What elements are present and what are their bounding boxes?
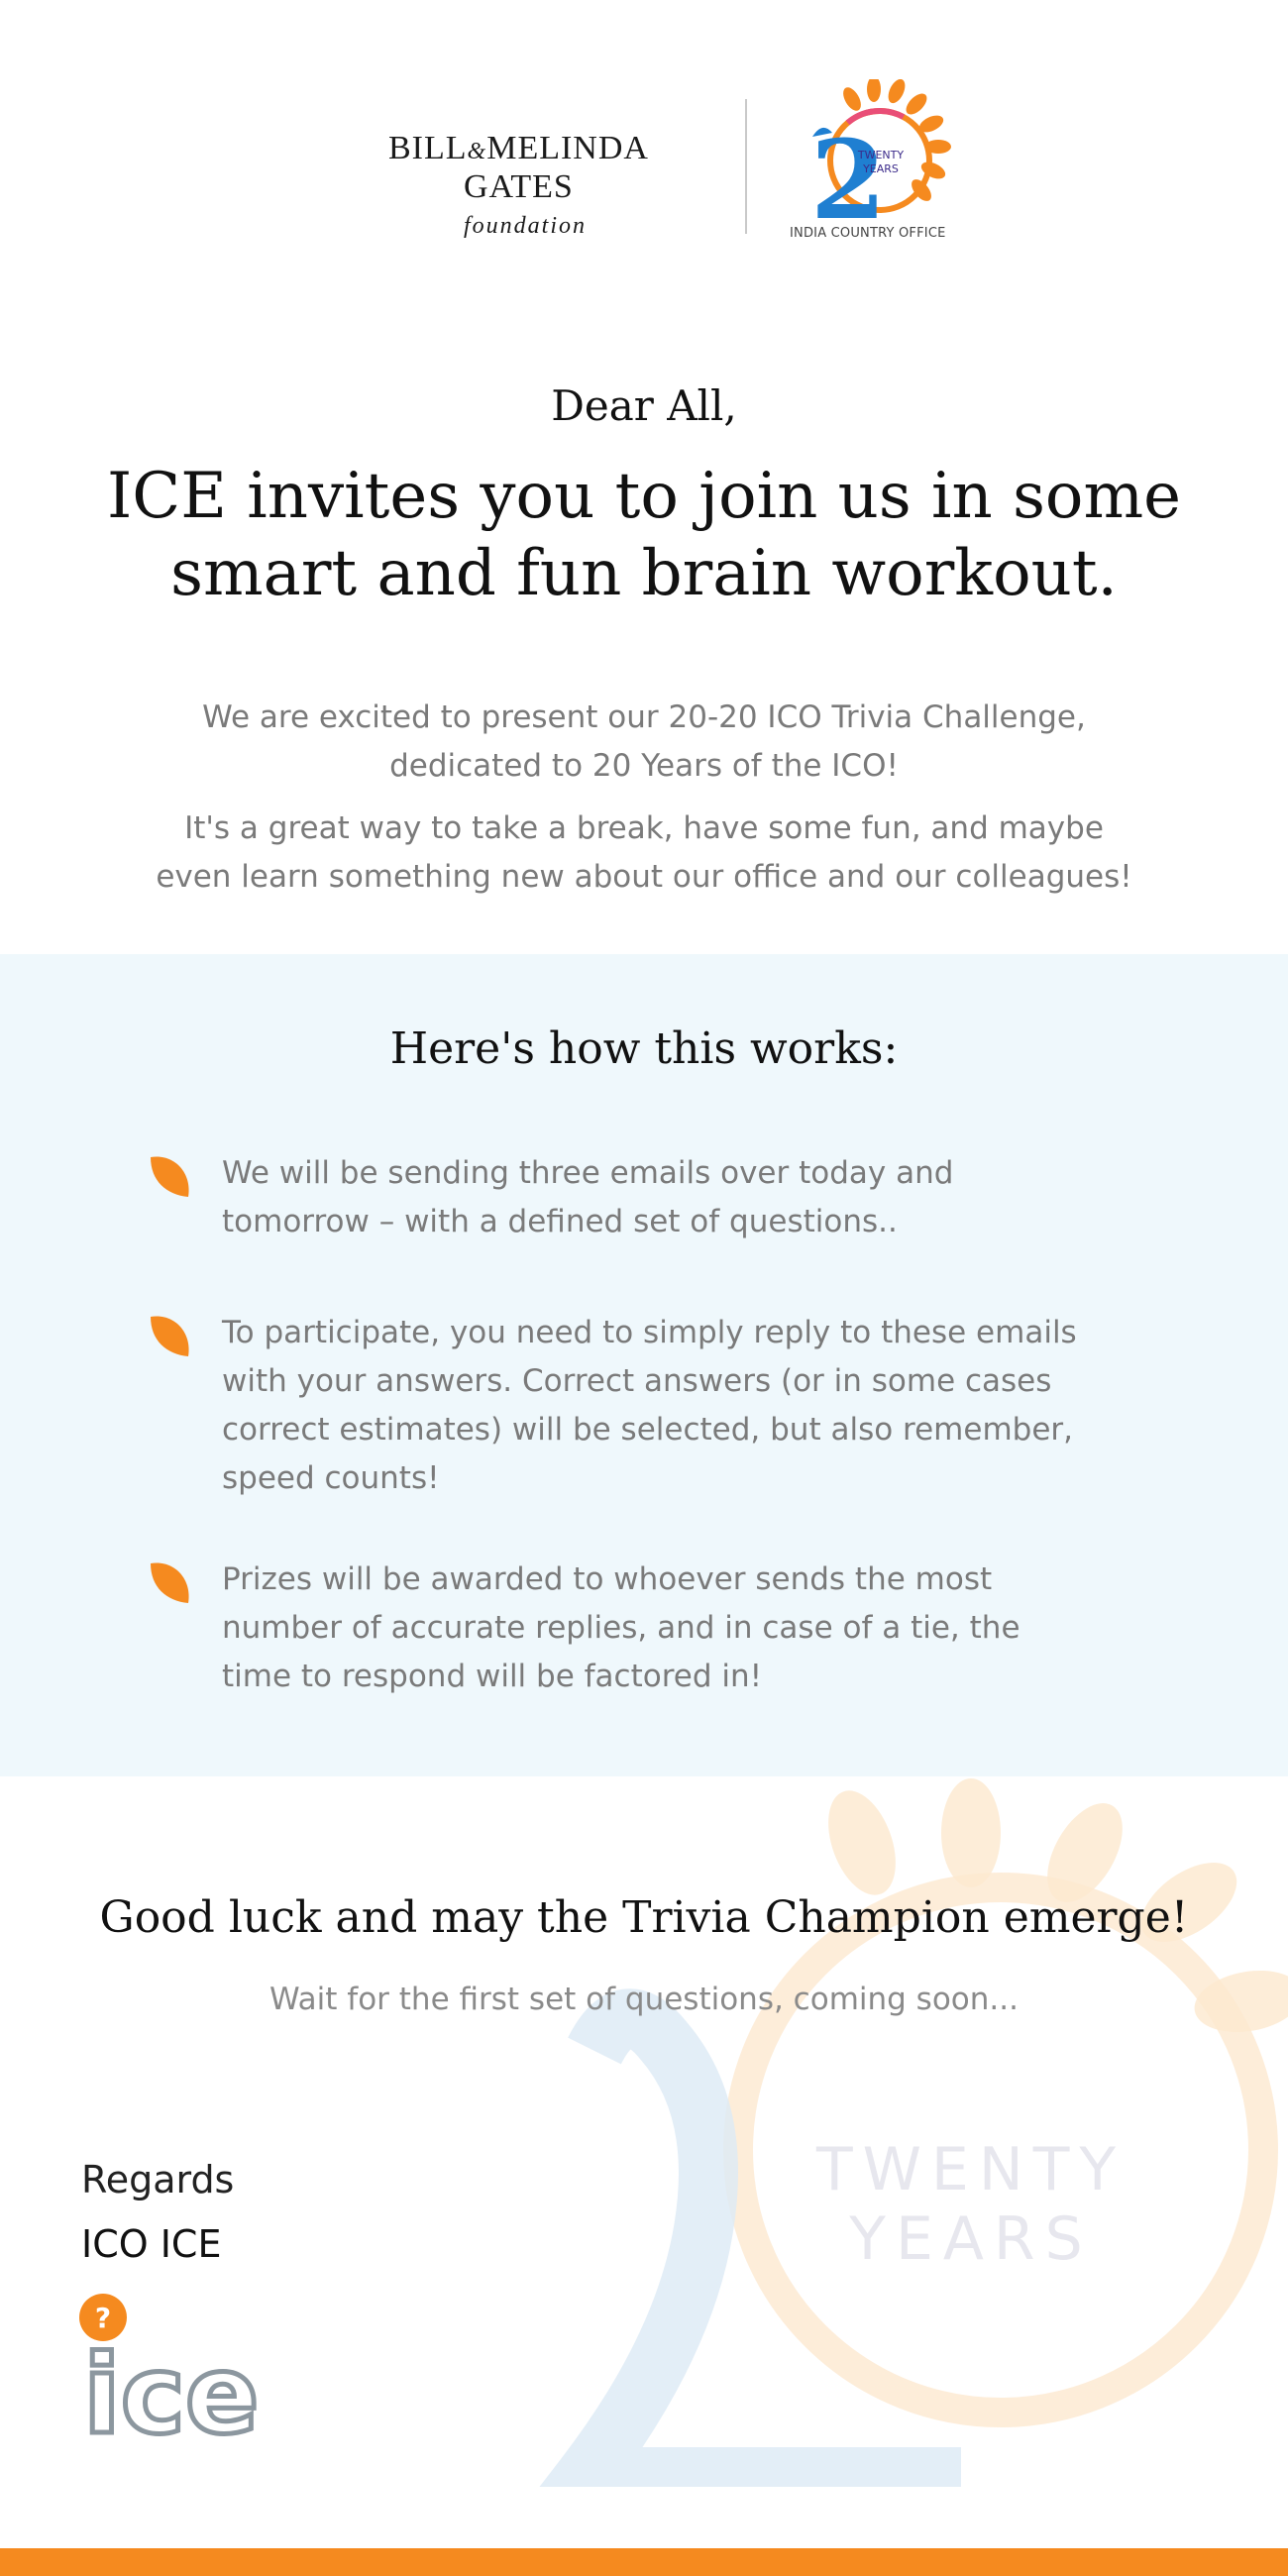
step-text: Prizes will be awarded to whoever sends … xyxy=(222,1561,1020,1694)
office-label: INDIA COUNTRY OFFICE xyxy=(790,226,946,241)
svg-text:YEARS: YEARS xyxy=(862,162,899,175)
svg-text:TWENTY: TWENTY xyxy=(857,149,904,161)
svg-text:?: ? xyxy=(95,2302,111,2334)
regards-label: Regards xyxy=(81,2158,235,2201)
leaf-bullet-icon xyxy=(151,1156,189,1197)
header-logos: BILL&MELINDA GATES foundation 2 TWENTY Y… xyxy=(0,79,1288,248)
twenty-years-logo: 2 TWENTY YEARS xyxy=(810,79,951,244)
how-it-works-section: Here's how this works: We will be sendin… xyxy=(0,954,1288,1776)
step-text: We will be sending three emails over tod… xyxy=(222,1155,954,1239)
good-luck-heading: Good luck and may the Trivia Champion em… xyxy=(99,1892,1189,1943)
leaf-bullet-icon xyxy=(151,1316,189,1356)
svg-text:TWENTY: TWENTY xyxy=(815,2135,1126,2204)
wait-message: Wait for the first set of questions, com… xyxy=(269,1982,1019,2017)
headline: ICE invites you to join us in some smart… xyxy=(106,460,1182,610)
intro: We are excited to present our 20-20 ICO … xyxy=(149,694,1139,915)
step-text: To participate, you need to simply reply… xyxy=(222,1315,1077,1496)
section-title: Here's how this works: xyxy=(389,1023,899,1074)
ice-logo: ? ice xyxy=(79,2294,262,2442)
twenty-years-watermark: TWENTY YEARS xyxy=(539,1778,1288,2487)
footer-bar xyxy=(0,2548,1288,2576)
intro-paragraph-1: We are excited to present our 20-20 ICO … xyxy=(202,699,1086,784)
svg-text:YEARS: YEARS xyxy=(848,2204,1092,2274)
svg-text:2: 2 xyxy=(810,116,887,244)
leaf-bullet-icon xyxy=(151,1562,189,1603)
svg-text:ice: ice xyxy=(83,2331,260,2442)
intro-paragraph-2: It's a great way to take a break, have s… xyxy=(156,810,1132,895)
gates-foundation-logo: BILL&MELINDA GATES foundation xyxy=(388,130,649,240)
logo-divider xyxy=(745,99,747,234)
signature: ICO ICE xyxy=(81,2222,222,2266)
greeting: Dear All, xyxy=(551,381,737,430)
